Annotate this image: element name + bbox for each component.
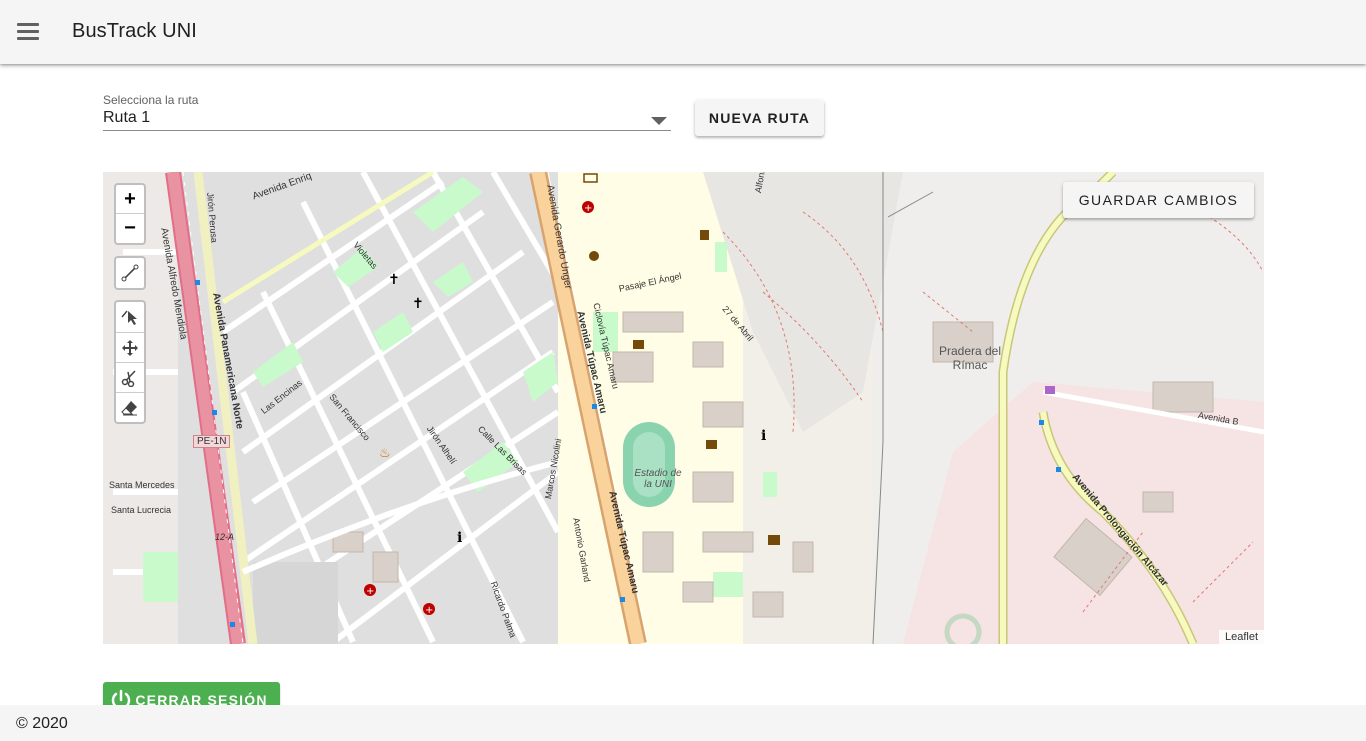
app-title: BusTrack UNI: [72, 20, 197, 42]
map-attribution[interactable]: Leaflet: [1218, 630, 1264, 644]
svg-text:✝: ✝: [388, 272, 400, 288]
route-select-label: Selecciona la ruta: [103, 93, 199, 107]
copyright-text: © 2020: [16, 715, 68, 732]
svg-text:i: i: [761, 428, 766, 444]
footer: © 2020: [0, 705, 1366, 741]
map-tiles: + + + ✝ ✝ ♨ i i: [103, 172, 1264, 644]
map-label: Santa Mercedes: [109, 480, 175, 490]
edit-vertex-icon[interactable]: [116, 302, 144, 332]
map-label: 12-A: [215, 532, 235, 542]
route-shield: PE-1N: [193, 435, 231, 448]
draw-toolbar: [114, 256, 146, 290]
zoom-in-button[interactable]: +: [116, 185, 144, 214]
draw-polyline-icon[interactable]: [116, 258, 144, 288]
chevron-down-icon[interactable]: [651, 117, 667, 125]
svg-text:+: +: [366, 586, 374, 597]
move-icon[interactable]: [116, 332, 144, 362]
app-bar: BusTrack UNI: [0, 0, 1366, 64]
map-label: Santa Lucrecia: [111, 505, 172, 515]
svg-text:i: i: [457, 530, 462, 546]
zoom-out-button[interactable]: −: [116, 214, 144, 243]
svg-text:♨: ♨: [379, 446, 391, 461]
zoom-control: + −: [114, 183, 146, 245]
svg-text:+: +: [425, 605, 433, 616]
new-route-button[interactable]: NUEVA RUTA: [695, 100, 824, 136]
cut-icon[interactable]: [116, 362, 144, 392]
route-select-value: Ruta 1: [103, 109, 151, 126]
save-changes-button[interactable]: GUARDAR CAMBIOS: [1063, 182, 1254, 218]
svg-text:✝: ✝: [412, 296, 424, 312]
route-select-underline: [103, 130, 671, 131]
eraser-icon[interactable]: [116, 392, 144, 422]
route-select[interactable]: Selecciona la ruta Ruta 1: [103, 93, 671, 131]
svg-text:+: +: [584, 203, 592, 214]
edit-toolbar: [114, 300, 146, 424]
map-label-stadium: Estadio de la UNI: [634, 468, 682, 490]
map-label-district: Pradera del Rímac: [938, 344, 1002, 372]
hamburger-menu-icon[interactable]: [14, 18, 42, 46]
map[interactable]: + + + ✝ ✝ ♨ i i Avenida Enriq Avenida Al…: [103, 172, 1264, 644]
